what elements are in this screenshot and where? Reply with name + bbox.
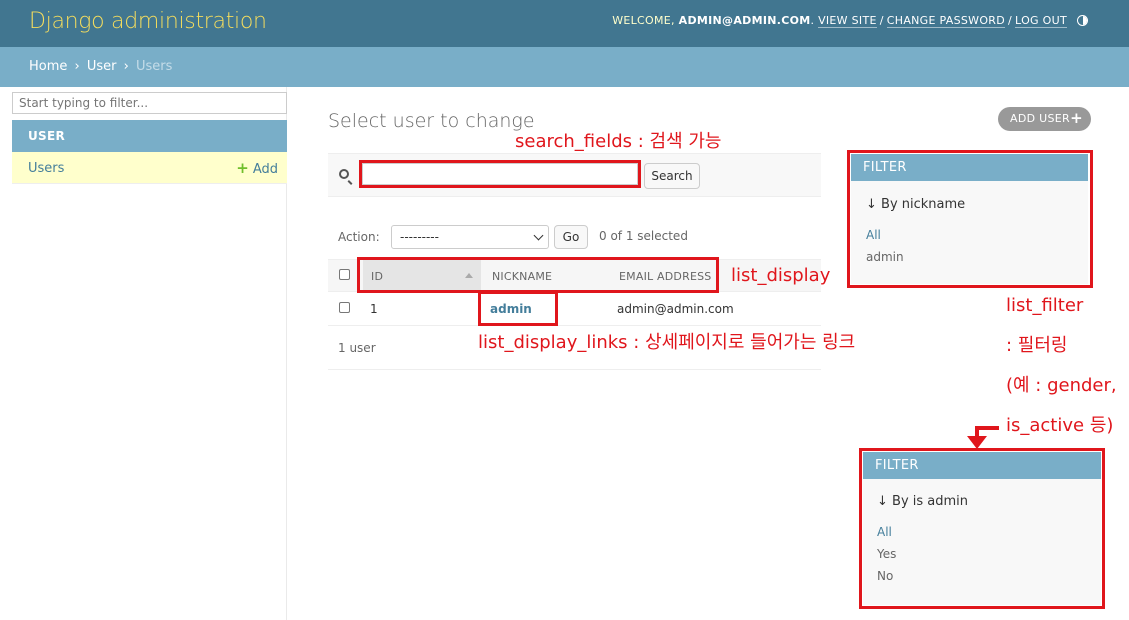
plus-icon: +: [236, 159, 249, 177]
sidebar-filter-input[interactable]: [12, 92, 287, 114]
user-tools: WELCOME, ADMIN@ADMIN.COM. VIEW SITE / CHAN…: [612, 14, 1067, 28]
go-button[interactable]: Go: [554, 225, 588, 249]
log-out-link[interactable]: LOG OUT: [1015, 14, 1067, 28]
row-checkbox[interactable]: [339, 302, 350, 313]
annotation-list-filter-1: list_filter: [1006, 295, 1084, 316]
welcome-text: WELCOME,: [612, 14, 675, 27]
page-title: Select user to change: [328, 110, 535, 132]
site-branding[interactable]: Django administration: [29, 9, 267, 34]
breadcrumb: Home › User › Users: [0, 47, 1129, 87]
header: Django administration WELCOME, ADMIN@ADM…: [0, 0, 1129, 47]
cell-id: 1: [370, 302, 378, 316]
annotation-box-filter-2: [859, 448, 1105, 609]
table-row: 1 admin admin@admin.com: [328, 292, 821, 326]
username: ADMIN@ADMIN.COM: [678, 14, 811, 27]
breadcrumb-current: Users: [136, 59, 173, 74]
annotation-box-list-display-links: [478, 291, 558, 326]
breadcrumb-app[interactable]: User: [87, 59, 117, 74]
annotation-list-filter-3: (예 : gender,: [1006, 375, 1117, 396]
annotation-list-filter-4: is_active 등): [1006, 415, 1114, 436]
cell-email: admin@admin.com: [617, 302, 734, 316]
action-counter: 0 of 1 selected: [599, 229, 688, 243]
add-user-label: ADD USER: [1010, 112, 1070, 125]
action-select-value: ---------: [400, 230, 439, 244]
annotation-box-search: [359, 160, 641, 188]
annotation-arrow-horizontal: [977, 426, 999, 430]
paginator-count: 1 user: [338, 341, 376, 355]
search-button[interactable]: Search: [644, 163, 700, 189]
annotation-list-display: list_display: [731, 265, 831, 286]
chevron-down-icon: [533, 230, 544, 241]
sidebar-add-label: Add: [252, 162, 278, 177]
select-all-checkbox[interactable]: [339, 269, 350, 280]
view-site-link[interactable]: VIEW SITE: [818, 14, 877, 28]
plus-icon: +: [1070, 109, 1083, 127]
theme-toggle-icon[interactable]: [1077, 15, 1088, 26]
breadcrumb-separator: ›: [74, 59, 80, 74]
app-caption-user[interactable]: USER: [12, 120, 287, 152]
search-icon: [339, 169, 349, 179]
sidebar-add-link[interactable]: + Add: [236, 159, 278, 177]
annotation-box-list-display: [357, 257, 719, 293]
sidebar-item-users: Users + Add: [12, 152, 287, 184]
action-select[interactable]: ---------: [391, 225, 549, 249]
annotation-list-filter-2: : 필터링: [1006, 335, 1068, 356]
breadcrumb-separator: ›: [123, 59, 129, 74]
annotation-list-display-links: list_display_links : 상세페이지로 들어가는 링크: [478, 332, 856, 353]
breadcrumb-home[interactable]: Home: [29, 59, 67, 74]
action-label: Action:: [338, 230, 380, 244]
annotation-box-filter-1: [847, 150, 1093, 288]
sidebar-item-users-link[interactable]: Users: [28, 161, 64, 176]
change-password-link[interactable]: CHANGE PASSWORD: [886, 14, 1006, 28]
arrow-down-icon: [967, 436, 987, 449]
annotation-search-fields: search_fields : 검색 가능: [515, 131, 722, 152]
add-user-button[interactable]: ADD USER +: [998, 107, 1091, 131]
